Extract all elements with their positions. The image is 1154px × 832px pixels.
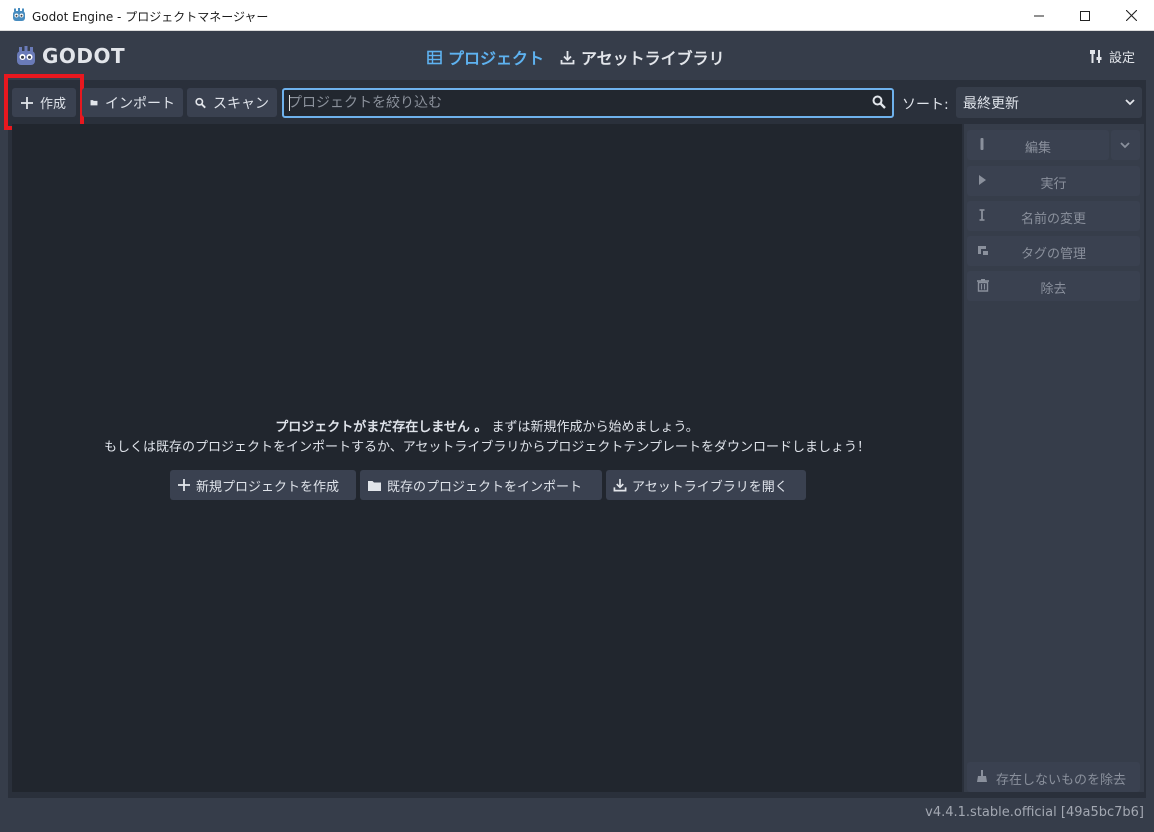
sort-dropdown[interactable]: 最終更新 <box>956 87 1142 118</box>
close-window-button[interactable] <box>1108 0 1154 31</box>
import-button[interactable]: インポート <box>82 88 183 117</box>
project-filter <box>282 88 894 118</box>
project-list-icon <box>427 50 442 64</box>
sort-value: 最終更新 <box>963 95 1019 112</box>
tab-asset-library[interactable]: アセットライブラリ <box>560 45 725 69</box>
window-titlebar: Godot Engine - プロジェクトマネージャー <box>0 0 1154 31</box>
open-asset-library-label: アセットライブラリを開く <box>632 479 788 495</box>
create-project-button[interactable]: 作成 <box>12 88 76 117</box>
minimize-icon <box>1034 15 1044 16</box>
manage-tags-button[interactable]: タグの管理 <box>967 236 1140 266</box>
app-header: GODOT プロジェクト アセットライブラリ 設定 <box>0 32 1154 80</box>
empty-state-title-bold: プロジェクトがまだ存在しません 。 <box>275 420 488 435</box>
logo-text: GODOT <box>42 44 126 68</box>
search-icon <box>872 95 886 109</box>
remove-missing-button[interactable]: 存在しないものを除去 <box>967 762 1140 792</box>
import-label: インポート <box>105 95 175 112</box>
maximize-button[interactable] <box>1062 0 1108 31</box>
window-title: Godot Engine - プロジェクトマネージャー <box>32 10 269 24</box>
folder-icon <box>368 480 381 491</box>
project-actions-sidebar: 編集 実行 名前の変更 タグの管理 除去 存在しないものを除去 <box>964 124 1144 792</box>
tab-asset-library-label: アセットライブラリ <box>581 49 725 68</box>
tab-projects-label: プロジェクト <box>448 49 545 68</box>
remove-button[interactable]: 除去 <box>967 271 1140 301</box>
open-asset-library-button[interactable]: アセットライブラリを開く <box>606 470 806 500</box>
new-project-label: 新規プロジェクトを作成 <box>196 479 340 495</box>
maximize-icon <box>1080 10 1090 21</box>
edit-button[interactable]: 編集 <box>967 130 1109 160</box>
rename-button[interactable]: 名前の変更 <box>967 201 1140 231</box>
sort-label: ソート: <box>902 97 949 113</box>
close-icon <box>1125 10 1137 21</box>
download-icon <box>613 478 627 492</box>
remove-missing-label: 存在しないものを除去 <box>995 773 1126 788</box>
download-icon <box>560 50 575 64</box>
settings-button[interactable]: 設定 <box>1089 47 1135 66</box>
import-existing-project-button[interactable]: 既存のプロジェクトをインポート <box>360 470 602 500</box>
settings-tools-icon <box>1089 50 1102 63</box>
plus-icon <box>21 96 33 109</box>
scan-button[interactable]: スキャン <box>187 88 277 117</box>
empty-state-subtitle: もしくは既存のプロジェクトをインポートするか、アセットライブラリからプロジェクト… <box>103 440 871 455</box>
create-label: 作成 <box>40 97 67 112</box>
edit-options-button[interactable] <box>1111 130 1140 160</box>
edit-label: 編集 <box>1024 141 1051 156</box>
plus-icon <box>178 479 190 491</box>
empty-state-title: プロジェクトがまだ存在しません 。 まずは新規作成から始めましょう。 <box>12 416 962 435</box>
run-label: 実行 <box>1040 177 1067 192</box>
remove-label: 除去 <box>1040 282 1067 297</box>
chevron-down-icon <box>1120 142 1130 149</box>
project-list: プロジェクトがまだ存在しません 。 まずは新規作成から始めましょう。 もしくは既… <box>12 124 962 792</box>
rename-label: 名前の変更 <box>1020 212 1086 227</box>
search-icon <box>195 97 206 108</box>
scan-label: スキャン <box>213 95 269 112</box>
tab-projects[interactable]: プロジェクト <box>427 45 544 69</box>
godot-logo-icon <box>17 46 35 65</box>
import-existing-label: 既存のプロジェクトをインポート <box>387 479 583 495</box>
project-filter-input[interactable] <box>288 92 863 114</box>
manage-tags-label: タグの管理 <box>1020 247 1086 262</box>
minimize-button[interactable] <box>1016 0 1062 31</box>
new-project-button[interactable]: 新規プロジェクトを作成 <box>170 470 356 500</box>
settings-label: 設定 <box>1108 51 1135 66</box>
chevron-down-icon <box>1125 99 1135 106</box>
godot-logo: GODOT <box>15 44 125 68</box>
empty-state-title-rest: まずは新規作成から始めましょう。 <box>487 420 699 435</box>
version-label: v4.4.1.stable.official [49a5bc7b6] <box>925 805 1144 820</box>
run-button[interactable]: 実行 <box>967 166 1140 196</box>
text-cursor <box>289 95 290 111</box>
godot-app-icon <box>11 7 27 23</box>
folder-icon <box>90 100 98 106</box>
